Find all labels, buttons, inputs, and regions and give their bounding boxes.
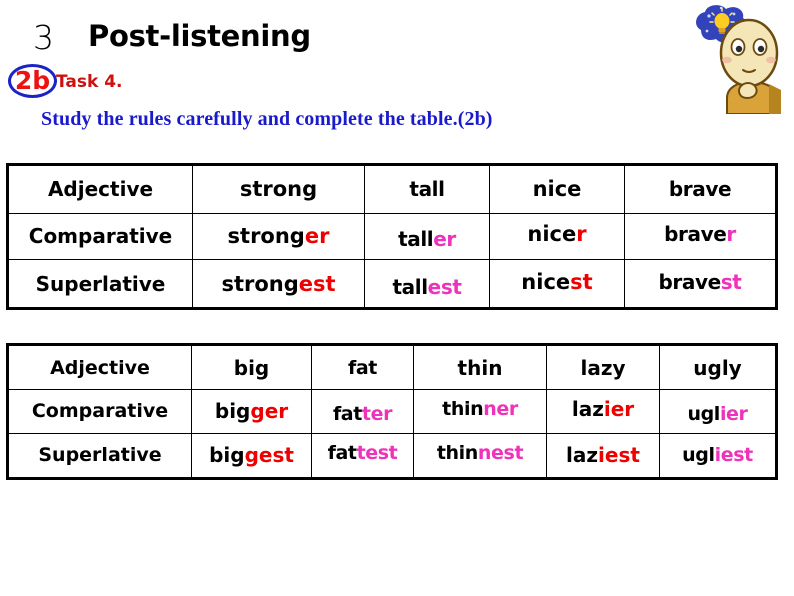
cell-comparative-fat: fatter — [311, 392, 414, 437]
word-stem: fat — [327, 442, 357, 465]
word-stem: nice — [521, 269, 571, 294]
word-suffix: st — [570, 269, 593, 294]
character-shoulder — [769, 84, 781, 114]
word-suffix: test — [356, 442, 398, 465]
row-header-adjective: Adjective — [7, 164, 193, 214]
comparatives-table-two: Adjective big fat thin lazy ugly Compara… — [6, 343, 778, 480]
word-suffix: nest — [477, 442, 524, 465]
cell-superlative-thin: thinnest — [413, 430, 547, 478]
row-header-comparative: Comparative — [7, 212, 193, 261]
table-row: Adjective strong tall nice brave — [7, 164, 777, 214]
row-header-comparative: Comparative — [7, 389, 192, 434]
cell-comparative-thin: thinner — [413, 387, 547, 432]
cell-superlative-lazy: laziest — [546, 432, 660, 480]
word-suffix: iest — [598, 443, 640, 468]
cell-superlative-strong: strongest — [192, 259, 365, 309]
word-suffix: er — [304, 224, 330, 249]
instruction-text: Study the rules carefully and complete t… — [41, 108, 493, 130]
cell-comparative-strong: stronger — [192, 212, 365, 261]
table-row: Comparative stronger taller nicer braver — [7, 210, 777, 264]
slide-header: 3 Post-listening 2b Task 4. Study the ru… — [0, 0, 794, 150]
badge-2b-label: 2b — [14, 66, 51, 95]
word-stem: brave — [664, 222, 727, 247]
word-stem: strong — [227, 224, 305, 249]
comparatives-table-one: Adjective strong tall nice brave Compara… — [6, 163, 778, 312]
character-hand — [738, 82, 758, 100]
cell-adjective-thin: thin — [413, 343, 547, 391]
cell-adjective-nice: nice — [489, 164, 625, 214]
word-suffix: r — [576, 222, 587, 247]
page-title: Post-listening — [88, 19, 311, 53]
word-suffix: ier — [719, 403, 748, 426]
table-row: Adjective big fat thin lazy ugly — [7, 343, 777, 391]
cell-adjective-fat: fat — [311, 343, 414, 391]
thinking-character-image — [696, 5, 781, 114]
cell-superlative-nice: nicest — [489, 257, 625, 307]
cell-comparative-nice: nicer — [489, 210, 625, 259]
row-header-adjective: Adjective — [7, 343, 192, 391]
cell-superlative-brave: bravest — [624, 257, 777, 307]
word-suffix: ner — [483, 398, 518, 421]
cell-comparative-tall: taller — [364, 215, 490, 264]
row-header-superlative: Superlative — [7, 259, 193, 309]
cell-adjective-lazy: lazy — [546, 343, 660, 391]
word-stem: tall — [392, 274, 428, 299]
cell-comparative-big: bigger — [191, 389, 312, 434]
cell-comparative-brave: braver — [624, 210, 777, 259]
cell-superlative-fat: fattest — [311, 430, 414, 478]
word-suffix: r — [726, 222, 736, 247]
cell-superlative-big: biggest — [191, 432, 312, 480]
word-stem: ugl — [682, 444, 715, 467]
word-stem: nice — [527, 222, 577, 247]
word-stem: big — [209, 443, 245, 468]
word-suffix: ger — [250, 399, 289, 424]
cell-adjective-brave: brave — [624, 164, 777, 214]
cell-comparative-lazy: lazier — [546, 387, 660, 432]
word-suffix: er — [433, 227, 456, 252]
cell-adjective-tall: tall — [364, 164, 490, 214]
word-suffix: gest — [244, 443, 294, 468]
word-suffix: est — [298, 271, 336, 296]
character-head — [719, 18, 779, 88]
word-stem: ugl — [687, 403, 720, 426]
table-row: Superlative strongest tallest nicest bra… — [7, 257, 777, 312]
word-stem: strong — [221, 271, 299, 296]
word-stem: laz — [571, 397, 604, 422]
word-stem: tall — [398, 227, 434, 252]
section-number: 3 — [33, 18, 54, 57]
cell-adjective-strong: strong — [192, 164, 365, 214]
word-stem: big — [214, 399, 251, 424]
table-row: Superlative biggest fattest thinnest laz… — [7, 430, 777, 480]
cell-superlative-ugly: ugliest — [659, 432, 777, 480]
table-row: Comparative bigger fatter thinner lazier… — [7, 387, 777, 437]
word-stem: thin — [436, 442, 478, 465]
word-suffix: est — [427, 274, 462, 299]
cell-comparative-ugly: uglier — [659, 392, 777, 437]
row-header-superlative: Superlative — [7, 432, 192, 480]
cell-adjective-big: big — [191, 343, 312, 391]
word-suffix: st — [720, 269, 742, 294]
word-stem: laz — [566, 443, 599, 468]
word-suffix: ter — [361, 403, 393, 426]
word-suffix: ier — [603, 397, 635, 422]
word-suffix: iest — [714, 444, 754, 467]
word-stem: fat — [332, 403, 362, 426]
word-stem: brave — [658, 269, 722, 294]
word-stem: thin — [442, 398, 484, 421]
task-label: Task 4. — [56, 72, 123, 92]
cell-adjective-ugly: ugly — [659, 343, 777, 391]
cell-superlative-tall: tallest — [364, 262, 490, 312]
badge-2b: 2b — [8, 64, 57, 98]
